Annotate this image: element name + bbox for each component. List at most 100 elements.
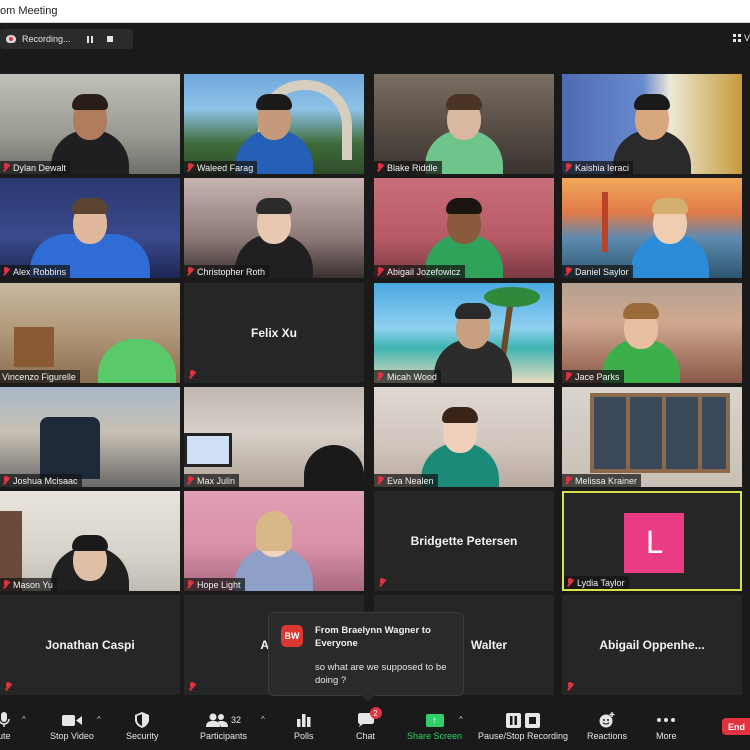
pause-stop-recording-label: Pause/Stop Recording [478, 731, 569, 741]
participants-button[interactable]: 32 Participants [200, 711, 247, 741]
stop-video-button[interactable]: Stop Video [50, 711, 94, 741]
polls-icon [296, 711, 311, 729]
share-screen-button[interactable]: ↑ Share Screen [407, 711, 462, 741]
video-tile[interactable]: Jace Parks [562, 283, 742, 383]
reactions-label: Reactions [587, 731, 628, 741]
participant-nameplate: Hope Light [184, 578, 245, 591]
video-tile[interactable]: Daniel Saylor [562, 178, 742, 278]
muted-mic-icon [378, 578, 386, 587]
muted-mic-icon [564, 476, 572, 485]
participant-name: Eva Nealen [387, 475, 434, 486]
stop-recording-button[interactable] [103, 32, 117, 46]
video-tile[interactable]: Max Julin [184, 387, 364, 487]
more-label: More [656, 731, 677, 741]
audio-only-tile[interactable]: Jonathan Caspi [0, 595, 180, 695]
participant-name: Melissa Krainer [575, 475, 638, 486]
pause-recording-button[interactable] [83, 32, 97, 46]
audio-options-caret[interactable]: ^ [22, 715, 26, 724]
participants-options-caret[interactable]: ^ [261, 715, 265, 724]
microphone-icon [0, 711, 10, 729]
participant-name: Jace Parks [575, 371, 620, 382]
video-tile[interactable]: Vincenzo Figurelle [0, 283, 180, 383]
muted-mic-icon [2, 580, 10, 589]
pause-stop-icon [506, 711, 541, 729]
video-tile[interactable]: Alex Robbins [0, 178, 180, 278]
mute-button[interactable]: ute [0, 711, 11, 741]
participant-nameplate: Jace Parks [562, 370, 624, 383]
participants-icon: 32 [206, 711, 241, 729]
muted-mic-icon [376, 163, 384, 172]
cloud-record-icon [4, 34, 18, 44]
video-tile[interactable]: Kaishia Ieraci [562, 74, 742, 174]
participant-name: Abigail Jozefowicz [387, 266, 461, 277]
pause-stop-recording-button[interactable]: Pause/Stop Recording [478, 711, 568, 741]
audio-only-tile[interactable]: Bridgette Petersen [374, 491, 554, 591]
participant-name: Daniel Saylor [575, 266, 629, 277]
video-tile[interactable]: Joshua Mcisaac [0, 387, 180, 487]
participant-nameplate: Abigail Jozefowicz [374, 265, 465, 278]
participants-count: 32 [231, 715, 242, 725]
window-title: om Meeting [0, 5, 58, 17]
recording-label: Recording... [22, 34, 71, 44]
participant-nameplate: Waleed Farag [184, 161, 258, 174]
participant-name: Mason Yu [13, 579, 53, 590]
participants-label: Participants [200, 731, 248, 741]
active-speaker-tile[interactable]: L Lydia Taylor [562, 491, 742, 591]
share-options-caret[interactable]: ^ [459, 715, 463, 724]
video-options-caret[interactable]: ^ [97, 715, 101, 724]
muted-mic-icon [186, 163, 194, 172]
participant-name: Dylan Dewalt [13, 162, 67, 173]
grid-view-icon [732, 34, 741, 42]
video-tile[interactable]: Waleed Farag [184, 74, 364, 174]
video-tile[interactable]: Dylan Dewalt [0, 74, 180, 174]
more-button[interactable]: More [656, 711, 677, 741]
audio-only-tile[interactable]: Felix Xu [184, 283, 364, 383]
video-tile[interactable]: Melissa Krainer [562, 387, 742, 487]
video-tile[interactable]: Hope Light [184, 491, 364, 591]
muted-mic-icon [186, 476, 194, 485]
muted-mic-icon [4, 682, 12, 691]
participant-name: Vincenzo Figurelle [2, 371, 76, 382]
polls-button[interactable]: Polls [294, 711, 314, 741]
video-tile[interactable]: Eva Nealen [374, 387, 554, 487]
participant-name: Bridgette Petersen [410, 534, 518, 548]
muted-mic-icon [376, 372, 384, 381]
participant-nameplate: Daniel Saylor [562, 265, 633, 278]
muted-mic-icon [376, 267, 384, 276]
chat-button[interactable]: 2 Chat [356, 707, 382, 741]
share-screen-label: Share Screen [407, 731, 463, 741]
participant-name: Lydia Taylor [577, 577, 625, 588]
participant-name: Christopher Roth [197, 266, 266, 277]
participant-nameplate: Mason Yu [0, 578, 57, 591]
recording-indicator: Recording... [0, 29, 133, 49]
view-label: V [743, 33, 750, 43]
audio-only-tile[interactable]: Abigail Oppenhe... [562, 595, 742, 695]
chat-label: Chat [356, 731, 376, 741]
participant-nameplate: Blake Riddle [374, 161, 442, 174]
security-label: Security [126, 731, 159, 741]
participant-nameplate: Joshua Mcisaac [0, 474, 82, 487]
participant-nameplate: Micah Wood [374, 370, 441, 383]
participant-nameplate: Melissa Krainer [562, 474, 642, 487]
muted-mic-icon [2, 163, 10, 172]
video-tile[interactable]: Abigail Jozefowicz [374, 178, 554, 278]
participant-name: Alex Robbins [13, 266, 67, 277]
view-button[interactable]: V [732, 33, 750, 43]
reactions-button[interactable]: Reactions [587, 711, 627, 741]
video-tile[interactable]: Mason Yu [0, 491, 180, 591]
pause-icon [86, 35, 93, 43]
video-tile[interactable]: Christopher Roth [184, 178, 364, 278]
video-tile[interactable]: Blake Riddle [374, 74, 554, 174]
security-button[interactable]: Security [126, 711, 159, 741]
video-tile[interactable]: Micah Wood [374, 283, 554, 383]
participant-name: Joshua Mcisaac [13, 475, 78, 486]
muted-mic-icon [566, 578, 574, 587]
participant-nameplate: Max Julin [184, 474, 240, 487]
participant-avatar: L [624, 513, 684, 573]
share-screen-icon: ↑ [425, 711, 444, 729]
end-meeting-button[interactable]: End [722, 718, 750, 735]
participant-name: Max Julin [197, 475, 236, 486]
muted-mic-icon [188, 682, 196, 691]
smiley-plus-icon [599, 711, 615, 729]
chat-notification-popup[interactable]: BW From Braelynn Wagner to Everyone so w… [268, 612, 464, 702]
